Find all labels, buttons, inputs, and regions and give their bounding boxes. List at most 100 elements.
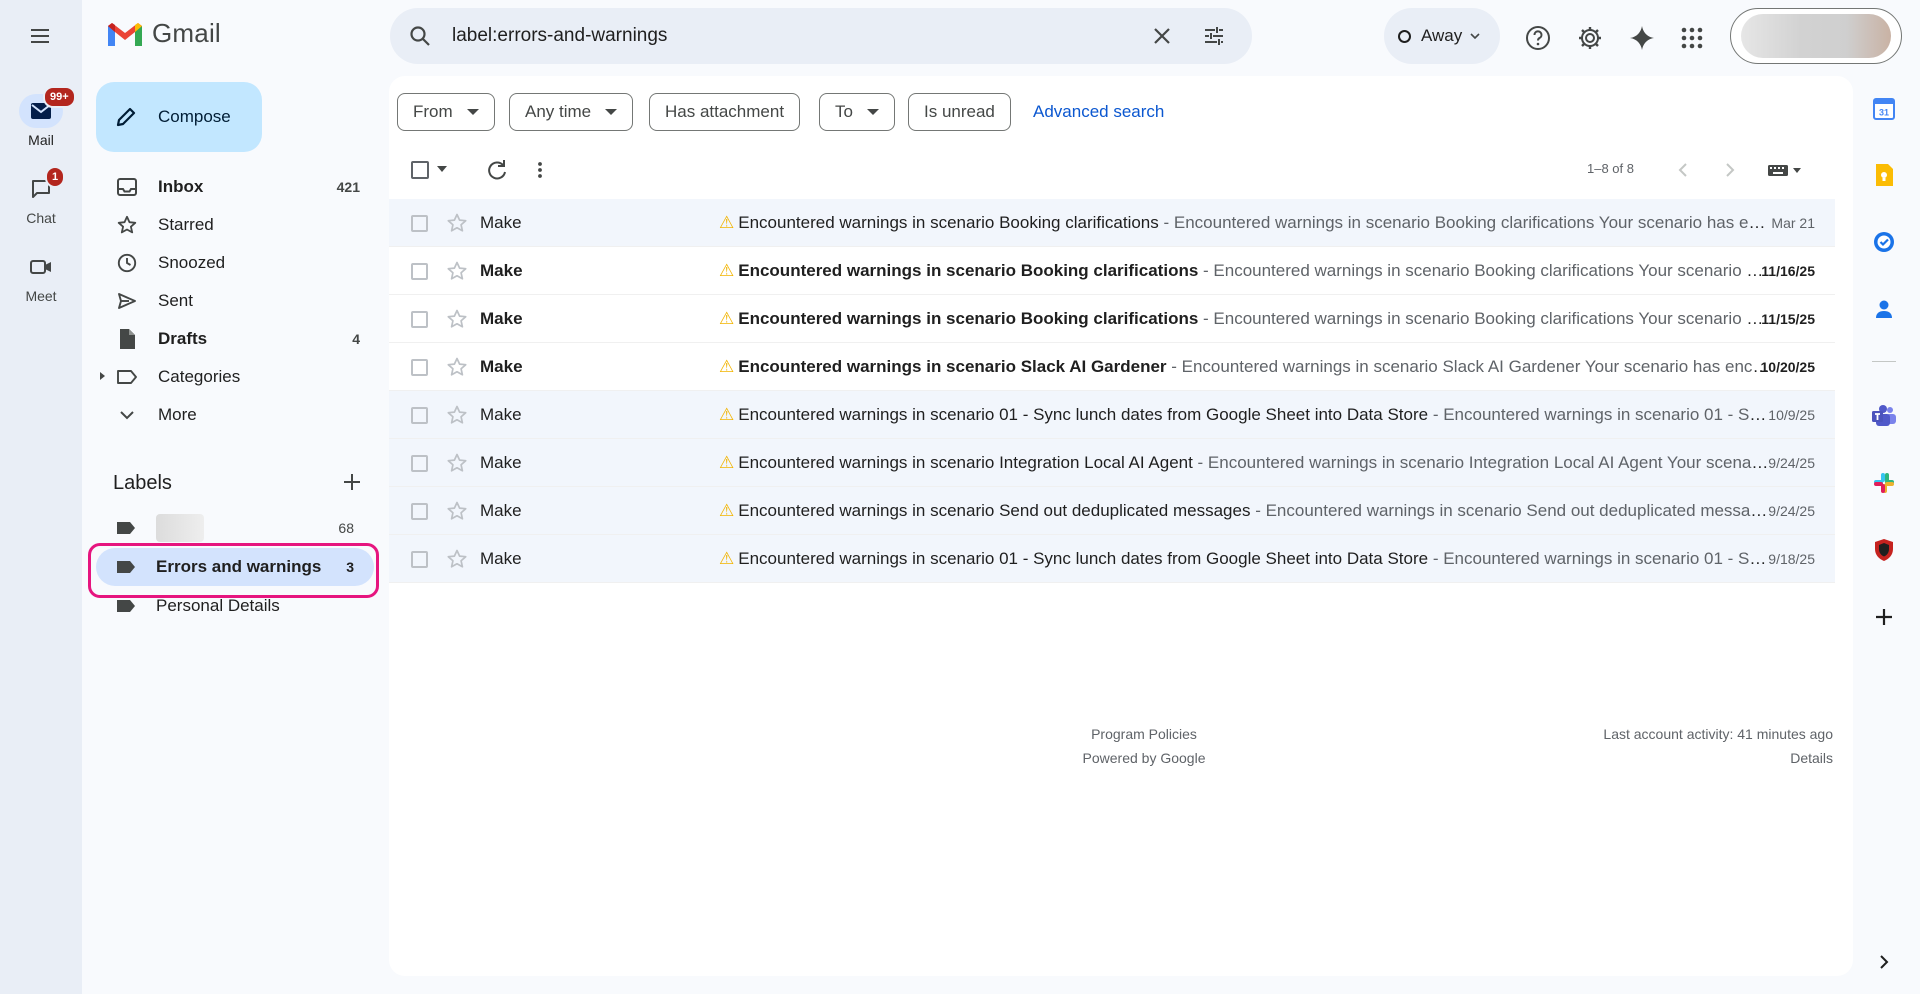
status-selector[interactable]: Away [1384, 8, 1500, 64]
sidebar-item-inbox[interactable]: Inbox 421 [82, 168, 382, 206]
star-icon[interactable] [446, 452, 468, 474]
warning-icon: ⚠ [719, 453, 735, 472]
account-button[interactable] [1730, 8, 1902, 64]
clear-search-icon[interactable] [1150, 24, 1174, 48]
sidebar-item-categories[interactable]: Categories [82, 358, 382, 396]
email-snippet: - Encountered warnings in scenario Booki… [1203, 309, 1771, 328]
table-row[interactable]: Make ⚠ Encountered warnings in scenario Sl… [389, 343, 1835, 391]
search-bar[interactable] [390, 8, 1252, 64]
dropdown-arrow-icon [466, 109, 479, 115]
rail-mail-button[interactable]: 99+ Mail [0, 86, 82, 148]
star-icon[interactable] [446, 500, 468, 522]
rail-meet-button[interactable]: Meet [0, 250, 82, 304]
rail-chat-label: Chat [26, 210, 56, 226]
filter-has-attachment-chip[interactable]: Has attachment [649, 93, 801, 131]
keyboard-icon[interactable] [1767, 162, 1803, 178]
dropdown-arrow-icon [866, 109, 879, 115]
filter-any-time-chip[interactable]: Any time [509, 93, 634, 131]
sidebar-item-drafts[interactable]: Drafts 4 [82, 320, 382, 358]
tasks-app-button[interactable] [1866, 224, 1902, 260]
star-icon[interactable] [446, 308, 468, 330]
draft-icon [116, 328, 138, 350]
gemini-button[interactable] [1622, 18, 1662, 58]
row-checkbox[interactable] [411, 215, 428, 232]
sender-name: Make [480, 357, 523, 376]
warning-icon: ⚠ [719, 405, 735, 424]
calendar-app-button[interactable]: 31 [1866, 90, 1902, 126]
star-icon[interactable] [446, 404, 468, 426]
contacts-app-button[interactable] [1866, 291, 1902, 327]
keep-icon [1876, 164, 1893, 186]
select-all-checkbox[interactable] [411, 161, 429, 179]
settings-button[interactable] [1570, 18, 1610, 58]
filter-is-unread-chip[interactable]: Is unread [908, 93, 1011, 131]
sidebar-item-sent[interactable]: Sent [82, 282, 382, 320]
mail-icon: 99+ [19, 86, 76, 128]
row-checkbox[interactable] [411, 263, 428, 280]
row-checkbox[interactable] [411, 311, 428, 328]
label-name: Personal Details [156, 596, 280, 615]
rail-meet-label: Meet [25, 288, 57, 304]
table-row[interactable]: Make ⚠ Encountered warnings in scenario Bo… [389, 295, 1835, 343]
chip-label: Any time [525, 102, 592, 121]
email-snippet: - Encountered warnings in scenario Integ… [1197, 453, 1771, 472]
sidebar-item-more[interactable]: More [82, 396, 382, 434]
activity-details-link[interactable]: Details [1603, 746, 1833, 770]
star-icon[interactable] [446, 548, 468, 570]
advanced-search-link[interactable]: Advanced search [1033, 102, 1164, 122]
app-name: Gmail [152, 18, 221, 48]
more-vert-icon[interactable] [533, 156, 547, 184]
filter-from-chip[interactable]: From [397, 93, 495, 131]
gmail-logo[interactable]: Gmail [106, 18, 221, 49]
get-addons-button[interactable] [1866, 599, 1902, 635]
expand-caret-icon[interactable] [100, 372, 105, 380]
sidebar-item-starred[interactable]: Starred [82, 206, 382, 244]
keep-app-button[interactable] [1866, 157, 1902, 193]
add-label-icon[interactable] [340, 470, 364, 494]
email-snippet: - Encountered warnings in scenario Send … [1255, 501, 1771, 520]
chevron-right-icon[interactable] [1724, 162, 1736, 178]
gmail-m-icon [108, 22, 142, 46]
table-row[interactable]: Make ⚠ Encountered warnings in scenario Se… [389, 487, 1835, 535]
support-button[interactable] [1518, 18, 1558, 58]
table-row[interactable]: Make ⚠ Encountered warnings in scenario 01… [389, 391, 1835, 439]
table-row[interactable]: Make ⚠ Encountered warnings in scenario 01… [389, 535, 1835, 583]
addon-shield-button[interactable] [1866, 532, 1902, 568]
table-row[interactable]: Make ⚠ Encountered warnings in scenario Bo… [389, 199, 1835, 247]
slack-app-button[interactable] [1866, 465, 1902, 501]
dropdown-arrow-icon [605, 109, 618, 115]
hide-side-panel-button[interactable] [1866, 944, 1902, 980]
chevron-left-icon[interactable] [1677, 162, 1689, 178]
main-menu-button[interactable] [22, 18, 58, 54]
hamburger-icon [31, 29, 49, 43]
row-checkbox[interactable] [411, 407, 428, 424]
annotation-highlight [88, 543, 379, 598]
search-icon[interactable] [408, 24, 432, 48]
label-item-hidden[interactable]: 68 [96, 509, 374, 547]
row-checkbox[interactable] [411, 503, 428, 520]
row-checkbox[interactable] [411, 551, 428, 568]
contacts-icon [1876, 300, 1892, 318]
filter-to-chip[interactable]: To [819, 93, 895, 131]
email-date: 9/18/25 [1768, 551, 1815, 567]
sidebar-item-snoozed[interactable]: Snoozed [82, 244, 382, 282]
table-row[interactable]: Make ⚠ Encountered warnings in scenario In… [389, 439, 1835, 487]
row-checkbox[interactable] [411, 455, 428, 472]
program-policies-link[interactable]: Program Policies [989, 722, 1299, 746]
video-camera-icon [19, 250, 63, 284]
compose-button[interactable]: Compose [96, 82, 262, 152]
labels-heading: Labels [113, 472, 172, 494]
row-checkbox[interactable] [411, 359, 428, 376]
table-row[interactable]: Make ⚠ Encountered warnings in scenario Bo… [389, 247, 1835, 295]
star-icon[interactable] [446, 212, 468, 234]
rail-chat-button[interactable]: 1 Chat [0, 166, 82, 226]
teams-app-button[interactable] [1866, 398, 1902, 434]
search-options-icon[interactable] [1202, 24, 1226, 48]
star-icon[interactable] [446, 260, 468, 282]
apps-button[interactable] [1672, 18, 1712, 58]
star-icon[interactable] [446, 356, 468, 378]
email-subject: Encountered warnings in scenario 01 - Sy… [738, 405, 1429, 424]
refresh-icon[interactable] [483, 156, 511, 184]
search-input[interactable] [452, 25, 1142, 47]
select-dropdown-icon[interactable] [437, 166, 447, 172]
